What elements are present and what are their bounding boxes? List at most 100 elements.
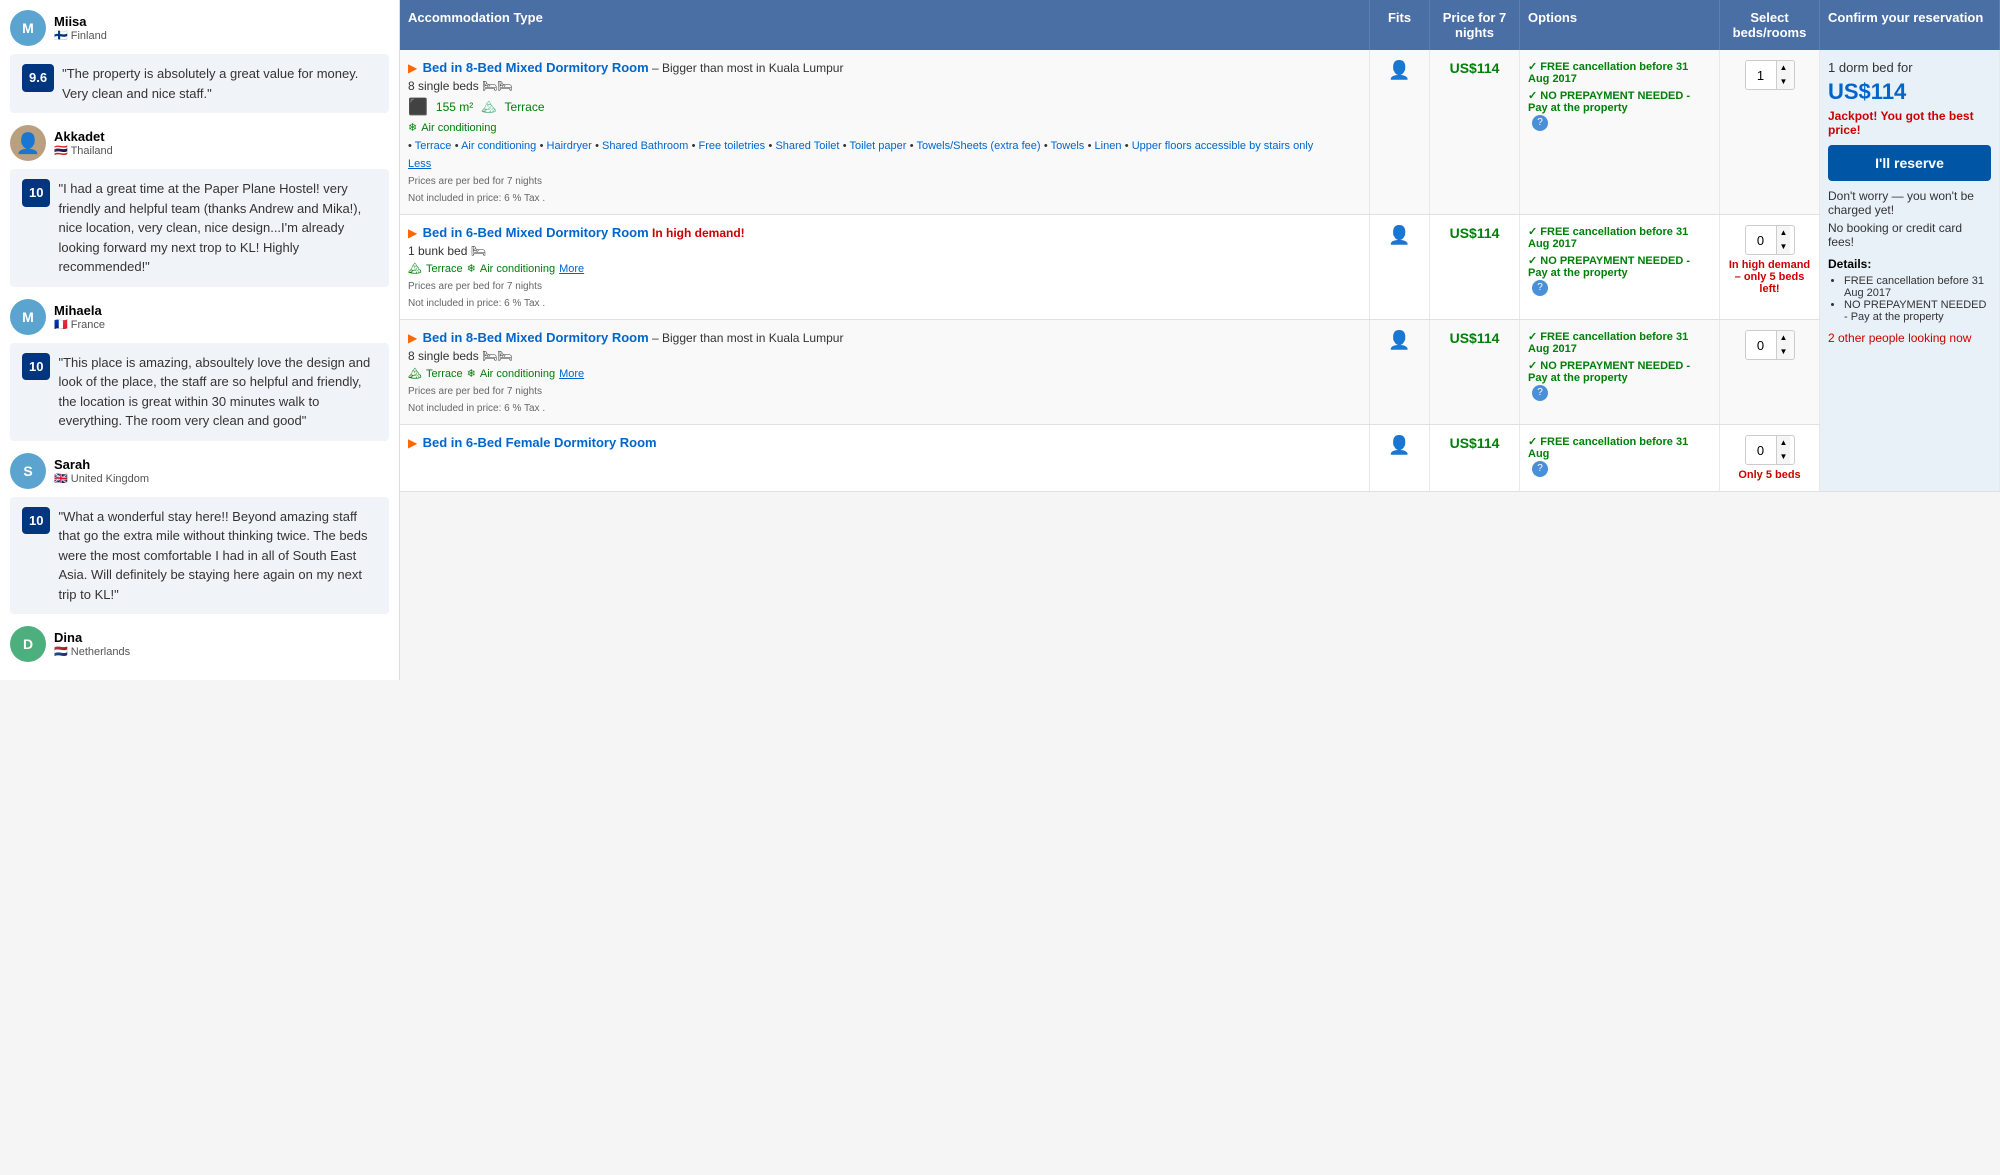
looking-now-text: 2 other people looking now	[1828, 331, 1991, 345]
room-type-cell-1: ▶ Bed in 8-Bed Mixed Dormitory Room – Bi…	[400, 50, 1370, 215]
reviewer-sarah: S Sarah 🇬🇧 United Kingdom	[10, 453, 389, 489]
beds-input-1[interactable]	[1746, 61, 1776, 89]
no-prepay-3: NO PREPAYMENT NEEDED - Pay at the proper…	[1528, 359, 1711, 384]
help-icon-2[interactable]: ?	[1532, 280, 1548, 296]
price-cell-1: US$114	[1430, 50, 1520, 215]
size-icon-1: ⬛	[408, 97, 428, 117]
number-input-2[interactable]: ▲ ▼	[1745, 225, 1795, 255]
spin-up-4[interactable]: ▲	[1777, 436, 1791, 450]
price-note-1a: Prices are per bed for 7 nights	[408, 176, 1361, 187]
price-cell-4: US$114	[1430, 425, 1520, 492]
spin-buttons-1: ▲ ▼	[1776, 61, 1791, 89]
avatar-mihaela: M	[10, 299, 46, 335]
room-title-3[interactable]: Bed in 8-Bed Mixed Dormitory Room	[423, 330, 649, 345]
spin-down-4[interactable]: ▼	[1777, 450, 1791, 464]
review-text-4: "What a wonderful stay here!! Beyond ama…	[58, 507, 377, 605]
score-badge-3: 10	[22, 353, 50, 381]
accommodation-table: Accommodation Type Fits Price for 7 nigh…	[400, 0, 2000, 492]
spin-up-3[interactable]: ▲	[1777, 331, 1791, 345]
reserve-button[interactable]: I'll reserve	[1828, 145, 1991, 181]
room-title-4[interactable]: Bed in 6-Bed Female Dormitory Room	[423, 435, 657, 450]
number-input-3[interactable]: ▲ ▼	[1745, 330, 1795, 360]
fits-cell-3: 👤	[1370, 320, 1430, 425]
reviewer-country-sarah: 🇬🇧 United Kingdom	[54, 472, 149, 485]
table-row: ▶ Bed in 8-Bed Mixed Dormitory Room – Bi…	[400, 50, 2000, 215]
free-cancel-1: FREE cancellation before 31 Aug 2017	[1528, 60, 1711, 85]
room-title-1[interactable]: Bed in 8-Bed Mixed Dormitory Room	[423, 60, 649, 75]
options-cell-1: FREE cancellation before 31 Aug 2017 NO …	[1520, 50, 1720, 215]
confirm-cell-1: 1 dorm bed for US$114 Jackpot! You got t…	[1820, 50, 2000, 492]
fits-cell-4: 👤	[1370, 425, 1430, 492]
spin-down-1[interactable]: ▼	[1777, 75, 1791, 89]
detail-item-1: FREE cancellation before 31 Aug 2017	[1844, 275, 1991, 299]
snowflake-icon-2: ❄	[467, 262, 476, 275]
price-cell-3: US$114	[1430, 320, 1520, 425]
help-icon-3[interactable]: ?	[1532, 385, 1548, 401]
person-icon-4: 👤	[1388, 435, 1410, 455]
number-input-4[interactable]: ▲ ▼	[1745, 435, 1795, 465]
reviewer-country-akkadet: 🇹🇭 Thailand	[54, 144, 113, 157]
price-note-2b: Not included in price: 6 % Tax .	[408, 298, 1361, 309]
reviewer-name-dina: Dina	[54, 630, 130, 645]
help-icon-1[interactable]: ?	[1532, 115, 1548, 131]
price-note-1b: Not included in price: 6 % Tax .	[408, 193, 1361, 204]
help-icon-4[interactable]: ?	[1532, 461, 1548, 477]
size-value-1: 155 m²	[436, 100, 473, 114]
flag-dina: 🇳🇱	[54, 646, 68, 658]
review-text-2: "I had a great time at the Paper Plane H…	[58, 179, 377, 277]
spin-down-2[interactable]: ▼	[1777, 240, 1791, 254]
free-cancel-2: FREE cancellation before 31 Aug 2017	[1528, 225, 1711, 250]
snowflake-icon-1: ❄	[408, 121, 417, 134]
spin-buttons-2: ▲ ▼	[1776, 226, 1791, 254]
more-link-2[interactable]: More	[559, 263, 584, 275]
reviewer-name-mihaela: Mihaela	[54, 303, 105, 318]
score-badge-1: 9.6	[22, 64, 54, 92]
spin-down-3[interactable]: ▼	[1777, 345, 1791, 359]
room-beds-1: 8 single beds 🛏🛏	[408, 79, 1361, 93]
avatar-dina: D	[10, 626, 46, 662]
room-title-2[interactable]: Bed in 6-Bed Mixed Dormitory Room	[423, 225, 649, 240]
terrace-icon-1: 🏔	[481, 100, 496, 114]
more-link-3[interactable]: More	[559, 368, 584, 380]
fits-cell-2: 👤	[1370, 215, 1430, 320]
accommodation-table-panel: Accommodation Type Fits Price for 7 nigh…	[400, 0, 2000, 680]
select-cell-4: ▲ ▼ Only 5 beds	[1720, 425, 1820, 492]
col-header-fits: Fits	[1370, 0, 1430, 50]
spin-up-2[interactable]: ▲	[1777, 226, 1791, 240]
review-card-2: 10 "I had a great time at the Paper Plan…	[10, 169, 389, 287]
dorm-line: 1 dorm bed for	[1828, 60, 1991, 75]
orange-arrow-icon-2: ▶	[408, 226, 417, 240]
no-prepay-1: NO PREPAYMENT NEEDED - Pay at the proper…	[1528, 89, 1711, 114]
room-beds-2: 1 bunk bed 🛏	[408, 244, 1361, 258]
amenities-row-1: ❄ Air conditioning	[408, 121, 1361, 134]
reviewer-name-akkadet: Akkadet	[54, 129, 113, 144]
confirm-price: US$114	[1828, 79, 1991, 105]
amenity-list-1: Terrace Air conditioning Hairdryer Share…	[408, 138, 1361, 152]
reviews-panel: M Miisa 🇫🇮 Finland 9.6 "The property is …	[0, 0, 400, 680]
amenities-row-3: 🏔 Terrace ❄ Air conditioning More	[408, 367, 1361, 380]
flag-akkadet: 🇹🇭	[54, 145, 68, 157]
person-icon-1: 👤	[1388, 60, 1410, 80]
number-input-1[interactable]: ▲ ▼	[1745, 60, 1795, 90]
beds-input-4[interactable]	[1746, 436, 1776, 464]
spin-buttons-3: ▲ ▼	[1776, 331, 1791, 359]
avatar-sarah: S	[10, 453, 46, 489]
select-cell-1: ▲ ▼	[1720, 50, 1820, 215]
spin-buttons-4: ▲ ▼	[1776, 436, 1791, 464]
no-fees-text: No booking or credit card fees!	[1828, 221, 1991, 249]
flag-miisa: 🇫🇮	[54, 30, 68, 42]
options-cell-4: FREE cancellation before 31 Aug ?	[1520, 425, 1720, 492]
beds-input-3[interactable]	[1746, 331, 1776, 359]
table-row: ▶ Bed in 8-Bed Mixed Dormitory Room – Bi…	[400, 320, 2000, 425]
details-label: Details:	[1828, 257, 1991, 271]
flag-sarah: 🇬🇧	[54, 473, 68, 485]
review-text-3: "This place is amazing, absoultely love …	[58, 353, 377, 431]
review-card-4: 10 "What a wonderful stay here!! Beyond …	[10, 497, 389, 615]
room-type-cell-3: ▶ Bed in 8-Bed Mixed Dormitory Room – Bi…	[400, 320, 1370, 425]
free-cancel-3: FREE cancellation before 31 Aug 2017	[1528, 330, 1711, 355]
free-cancel-4: FREE cancellation before 31 Aug	[1528, 435, 1711, 460]
less-link-1[interactable]: Less	[408, 158, 431, 170]
beds-input-2[interactable]	[1746, 226, 1776, 254]
spin-up-1[interactable]: ▲	[1777, 61, 1791, 75]
no-charge-text: Don't worry — you won't be charged yet!	[1828, 189, 1991, 217]
